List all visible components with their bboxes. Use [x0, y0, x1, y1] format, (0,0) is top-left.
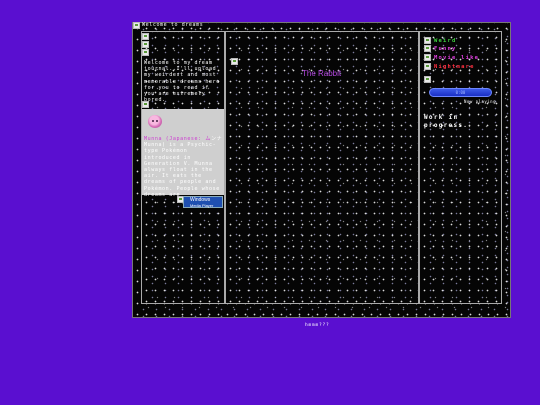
media-player-badge[interactable]: Windows Media Player — [183, 196, 223, 208]
nav-label[interactable]: Weird — [434, 38, 457, 44]
footer-text: hmmm??? — [305, 323, 330, 328]
broken-image-icon — [133, 22, 140, 29]
nav-link-funny[interactable]: Funny — [424, 45, 457, 52]
nav-label[interactable]: Nightmare — [434, 64, 475, 70]
broken-image-icon — [142, 41, 149, 48]
munna-icon — [148, 115, 162, 128]
broken-image-icon — [424, 54, 431, 61]
nav-link-nightmare[interactable]: Nightmare — [424, 63, 475, 70]
title-image: Welcome to dreams — [133, 22, 203, 29]
right-sidebar — [419, 31, 502, 304]
title-image-alt: Welcome to dreams — [142, 22, 204, 29]
nav-link-movie-like[interactable]: Movie like — [424, 54, 479, 61]
broken-image-icon — [424, 63, 431, 70]
munna-text: ンナ Munna) is a Psychic-type Pokémon intr… — [144, 136, 223, 198]
nav-label[interactable]: Funny — [434, 46, 457, 52]
munna-description: Munna (Japanese: ムンナ Munna) is a Psychic… — [144, 136, 224, 198]
broken-image-icon — [142, 49, 149, 56]
work-in-progress: Work in progress. — [424, 114, 469, 129]
intro-text: Welcome to my dream journal. I'll upload… — [144, 60, 220, 104]
broken-image-icon — [424, 37, 431, 44]
broken-image-icon — [231, 58, 238, 65]
dream-title[interactable]: The Rabbit — [302, 69, 341, 78]
wmp-line2: Media Player — [190, 203, 214, 208]
broken-image-icon — [142, 101, 149, 108]
broken-image-icon — [424, 45, 431, 52]
nav-label[interactable]: Movie like — [434, 55, 479, 61]
nav-link-weird[interactable]: Weird — [424, 37, 457, 44]
broken-image-icon — [142, 33, 149, 40]
broken-image-icon — [424, 76, 431, 83]
munna-eye — [156, 120, 158, 122]
now-playing-label: Now playing — [464, 99, 496, 104]
munna-name: Munna (Japanese: ム — [144, 136, 211, 142]
munna-eye — [152, 120, 154, 122]
music-player[interactable]: 0:00 — [429, 88, 492, 97]
